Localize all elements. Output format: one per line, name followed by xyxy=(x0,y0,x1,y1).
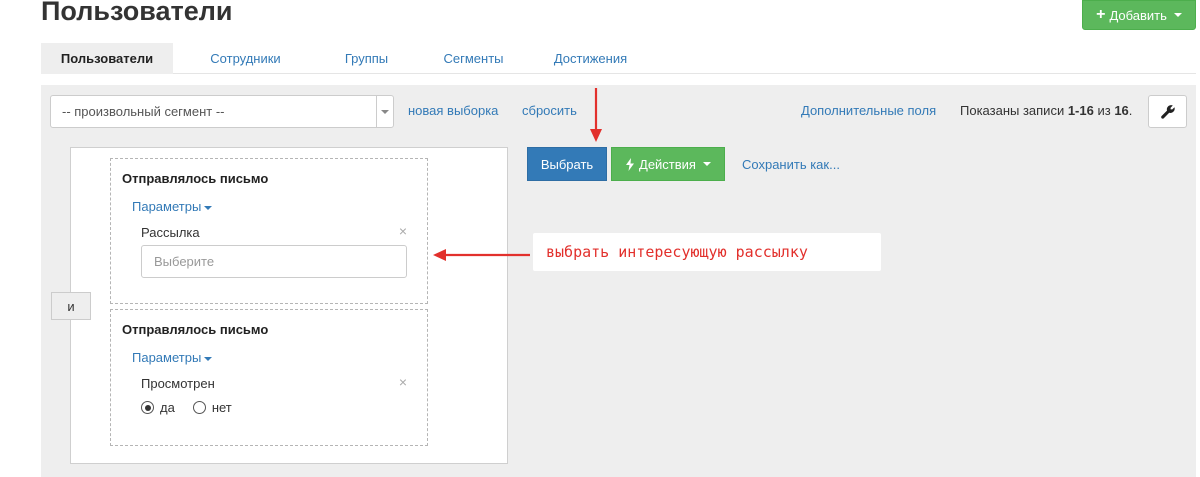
remove-condition-icon[interactable]: × xyxy=(399,374,407,390)
records-suffix: . xyxy=(1128,103,1133,118)
plus-icon: + xyxy=(1096,6,1106,23)
tab-bar: Пользователи Сотрудники Группы Сегменты … xyxy=(41,43,1196,74)
radio-yes[interactable] xyxy=(141,401,154,414)
new-selection-link[interactable]: новая выборка xyxy=(408,103,498,118)
records-total: 16 xyxy=(1114,103,1129,118)
extra-fields-link[interactable]: Дополнительные поля xyxy=(801,103,936,118)
add-button-label: Добавить xyxy=(1109,7,1167,23)
condition-block-mailing: Отправлялось письмо Параметры Рассылка ×… xyxy=(110,158,428,304)
field-label-mailing: Рассылка xyxy=(141,225,200,240)
reset-link[interactable]: сбросить xyxy=(522,103,577,118)
actions-button-label: Действия xyxy=(639,156,696,172)
radio-no[interactable] xyxy=(192,401,206,414)
add-button[interactable]: + Добавить xyxy=(1082,0,1196,30)
caret-down-icon xyxy=(702,162,711,166)
segment-select[interactable]: -- произвольный сегмент -- xyxy=(50,95,394,128)
caret-down-icon xyxy=(1173,13,1182,17)
tab-groups[interactable]: Группы xyxy=(318,43,415,74)
save-as-link[interactable]: Сохранить как... xyxy=(742,157,840,172)
params-link[interactable]: Параметры xyxy=(132,199,213,214)
mailing-select-input[interactable]: Выберите xyxy=(141,245,407,278)
tab-achievements[interactable]: Достижения xyxy=(532,43,649,74)
wrench-icon xyxy=(1160,104,1175,119)
params-link[interactable]: Параметры xyxy=(132,350,213,365)
condition-title: Отправлялось письмо xyxy=(122,171,269,186)
remove-condition-icon[interactable]: × xyxy=(399,223,407,239)
actions-button[interactable]: Действия xyxy=(611,147,725,181)
radio-yes-label: да xyxy=(160,400,175,415)
caret-down-icon xyxy=(204,356,213,361)
caret-down-icon xyxy=(204,205,213,210)
field-label-viewed: Просмотрен xyxy=(141,376,215,391)
viewed-radio-group: да нет xyxy=(141,400,244,415)
condition-title: Отправлялось письмо xyxy=(122,322,269,337)
tab-employees[interactable]: Сотрудники xyxy=(173,43,318,74)
condition-block-viewed: Отправлялось письмо Параметры Просмотрен… xyxy=(110,309,428,446)
lightning-icon xyxy=(626,157,635,171)
records-info: Показаны записи 1-16 из 16. xyxy=(960,103,1132,118)
records-prefix: Показаны записи xyxy=(960,103,1068,118)
settings-button[interactable] xyxy=(1148,95,1187,128)
page-title: Пользователи xyxy=(41,0,233,26)
annotation-label: выбрать интересующую рассылку xyxy=(533,233,881,271)
select-button[interactable]: Выбрать xyxy=(527,147,607,181)
segment-select-value: -- произвольный сегмент -- xyxy=(62,104,225,119)
records-range: 1-16 xyxy=(1067,103,1094,118)
tab-users[interactable]: Пользователи xyxy=(41,43,173,74)
records-middle: из xyxy=(1093,103,1115,118)
select-arrow-icon[interactable] xyxy=(376,96,393,127)
radio-no-label: нет xyxy=(211,400,232,415)
and-operator-button[interactable]: и xyxy=(51,292,91,320)
tab-segments[interactable]: Сегменты xyxy=(415,43,532,74)
